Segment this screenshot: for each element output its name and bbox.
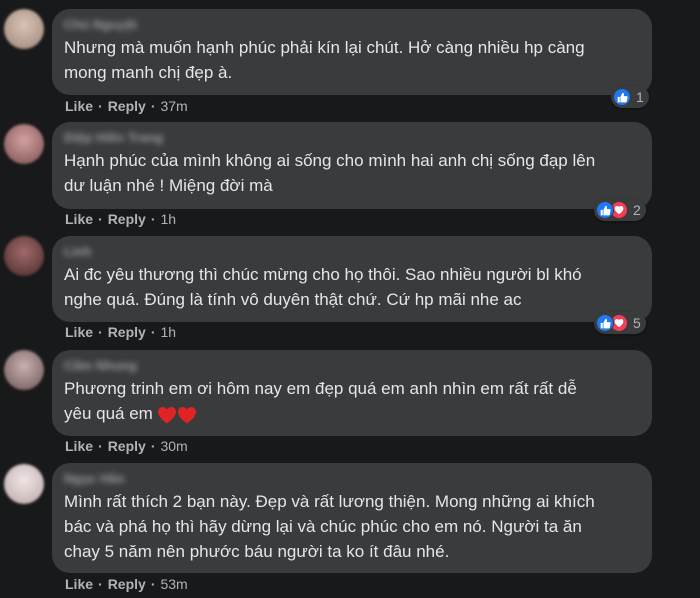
comment-text: Nhưng mà muốn hạnh phúc phải kín lại chú… [64, 38, 585, 82]
comment-text: Hạnh phúc của mình không ai sống cho mìn… [64, 151, 596, 195]
reaction-summary[interactable]: 2 [594, 199, 646, 221]
comment-timestamp[interactable]: 1h [160, 211, 176, 227]
reply-button[interactable]: Reply [108, 438, 146, 454]
separator-dot: · [98, 98, 103, 114]
comment-timestamp[interactable]: 37m [160, 98, 187, 114]
comment-timestamp[interactable]: 30m [160, 438, 187, 454]
like-button[interactable]: Like [65, 211, 93, 227]
heart-icon [157, 406, 176, 423]
comment-text: Mình rất thích 2 bạn này. Đẹp và rất lươ… [64, 492, 595, 561]
separator-dot: · [150, 438, 156, 454]
reaction-count: 2 [633, 202, 641, 218]
avatar[interactable] [4, 236, 44, 276]
separator-dot: · [150, 98, 156, 114]
comment-bubble: Ngọc Hân Mình rất thích 2 bạn này. Đẹp v… [52, 463, 652, 573]
comment-bubble: Diệp Hiền Trang Hạnh phúc của mình không… [52, 122, 652, 209]
separator-dot: · [150, 324, 156, 340]
like-button[interactable]: Like [65, 324, 93, 340]
separator-dot: · [150, 576, 156, 592]
like-reaction-icon [613, 88, 631, 106]
avatar[interactable] [4, 9, 44, 49]
reaction-summary[interactable]: 5 [594, 312, 646, 334]
comment-bubble: Chú Nguyệt Nhưng mà muốn hạnh phúc phải … [52, 9, 652, 95]
comment-actions: Like · Reply · 37m [65, 98, 188, 114]
separator-dot: · [150, 211, 156, 227]
comment-bubble: Cẩm Nhung Phương trinh em ơi hôm nay em … [52, 350, 652, 436]
comment-text: Ai đc yêu thương thì chúc mừng cho họ th… [64, 265, 582, 309]
like-button[interactable]: Like [65, 438, 93, 454]
comment-actions: Like · Reply · 30m [65, 438, 188, 454]
heart-emojis [157, 406, 197, 424]
separator-dot: · [98, 324, 103, 340]
like-button[interactable]: Like [65, 98, 93, 114]
reaction-count: 5 [633, 315, 641, 331]
comment-text-content: Phương trinh em ơi hôm nay em đẹp quá em… [64, 379, 577, 423]
comment-text: Phương trinh em ơi hôm nay em đẹp quá em… [64, 376, 640, 426]
reply-button[interactable]: Reply [108, 576, 146, 592]
separator-dot: · [98, 576, 103, 592]
separator-dot: · [98, 211, 103, 227]
separator-dot: · [98, 438, 103, 454]
comment-author[interactable]: Linh [64, 244, 640, 260]
comment-author[interactable]: Chú Nguyệt [64, 17, 640, 33]
like-reaction-icon [596, 201, 614, 219]
reaction-summary[interactable]: 1 [611, 86, 649, 108]
comment-author[interactable]: Cẩm Nhung [64, 358, 640, 374]
reply-button[interactable]: Reply [108, 98, 146, 114]
comment-author[interactable]: Ngọc Hân [64, 471, 640, 487]
comment-timestamp[interactable]: 53m [160, 576, 187, 592]
avatar[interactable] [4, 464, 44, 504]
comment-timestamp[interactable]: 1h [160, 324, 176, 340]
comment-actions: Like · Reply · 1h [65, 211, 176, 227]
avatar[interactable] [4, 350, 44, 390]
reply-button[interactable]: Reply [108, 324, 146, 340]
comment-actions: Like · Reply · 1h [65, 324, 176, 340]
comment-author[interactable]: Diệp Hiền Trang [64, 130, 640, 146]
heart-icon [177, 406, 196, 423]
comment-actions: Like · Reply · 53m [65, 576, 188, 592]
like-button[interactable]: Like [65, 576, 93, 592]
reaction-count: 1 [636, 89, 644, 105]
like-reaction-icon [596, 314, 614, 332]
avatar[interactable] [4, 124, 44, 164]
comment-bubble: Linh Ai đc yêu thương thì chúc mừng cho … [52, 236, 652, 322]
reply-button[interactable]: Reply [108, 211, 146, 227]
